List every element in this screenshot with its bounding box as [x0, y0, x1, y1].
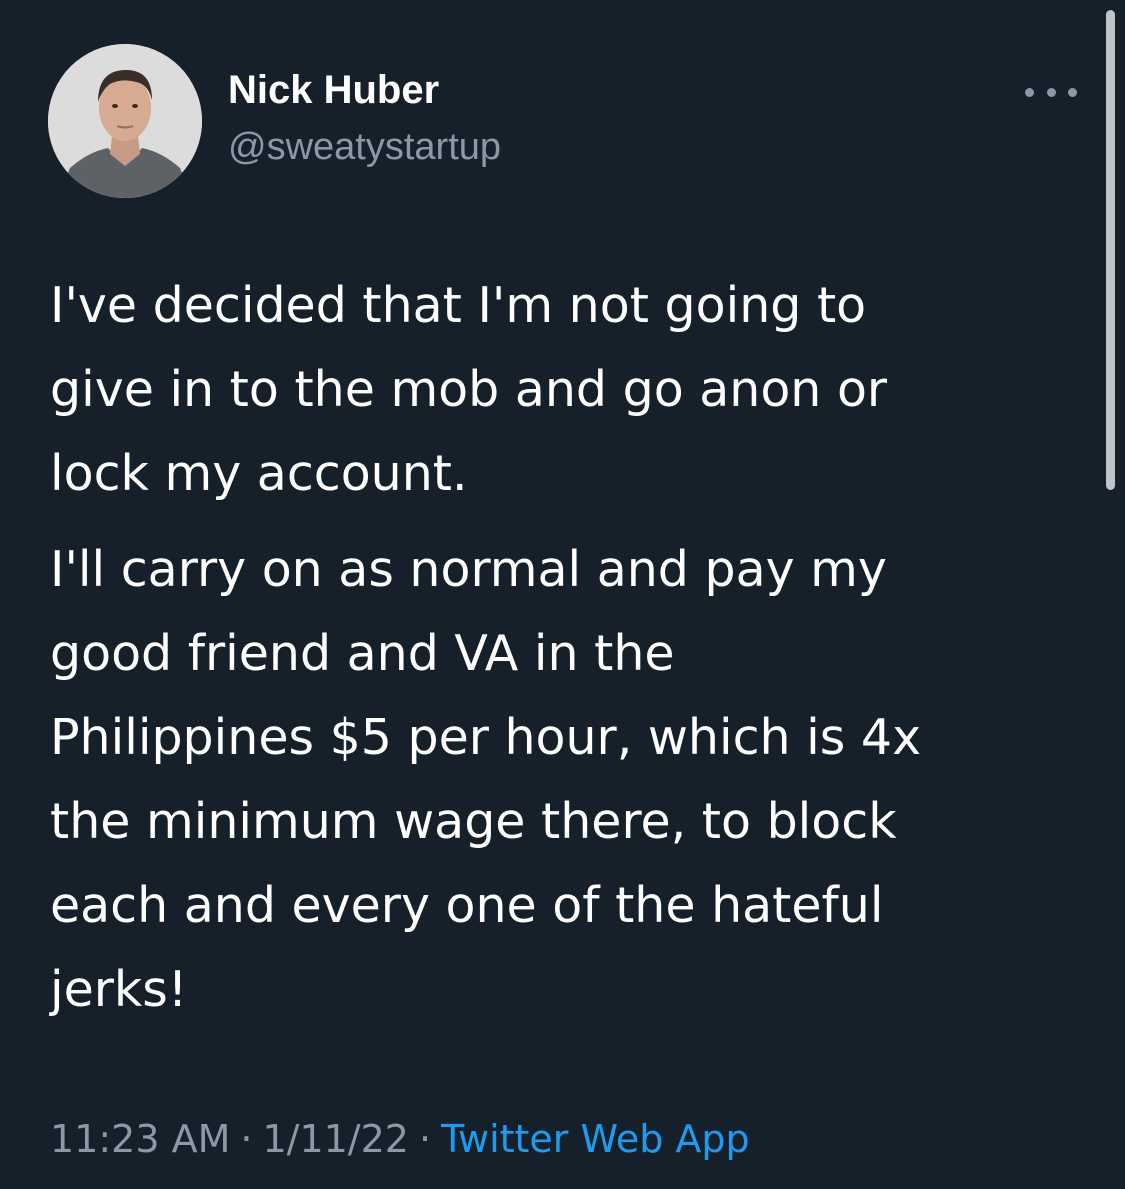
meta-separator: · [418, 1117, 432, 1161]
tweet-body: I've decided that I'm not going to give … [50, 264, 1090, 1044]
tweet-card: Nick Huber @sweatystartup I've decided t… [0, 0, 1125, 1189]
tweet-paragraph: I'll carry on as normal and pay my good … [50, 541, 922, 1018]
scrollbar[interactable] [1103, 10, 1119, 490]
more-horizontal-icon [1068, 87, 1077, 97]
more-horizontal-icon [1046, 87, 1056, 97]
author-display-name[interactable]: Nick Huber [228, 66, 439, 114]
more-horizontal-icon [1025, 87, 1034, 97]
profile-photo-icon [48, 44, 202, 198]
avatar[interactable] [48, 44, 202, 198]
tweet-source-link[interactable]: Twitter Web App [441, 1117, 750, 1161]
tweet-date[interactable]: 1/11/22 [262, 1117, 409, 1161]
meta-separator: · [240, 1117, 253, 1161]
tweet-time[interactable]: 11:23 AM [50, 1117, 230, 1161]
scrollbar-thumb[interactable] [1106, 10, 1115, 490]
tweet-metadata: 11:23 AM · 1/11/22 · Twitter Web App [50, 1114, 750, 1164]
more-options-button[interactable] [1025, 74, 1077, 110]
author-handle[interactable]: @sweatystartup [228, 124, 501, 170]
tweet-paragraph: I've decided that I'm not going to give … [50, 277, 888, 502]
